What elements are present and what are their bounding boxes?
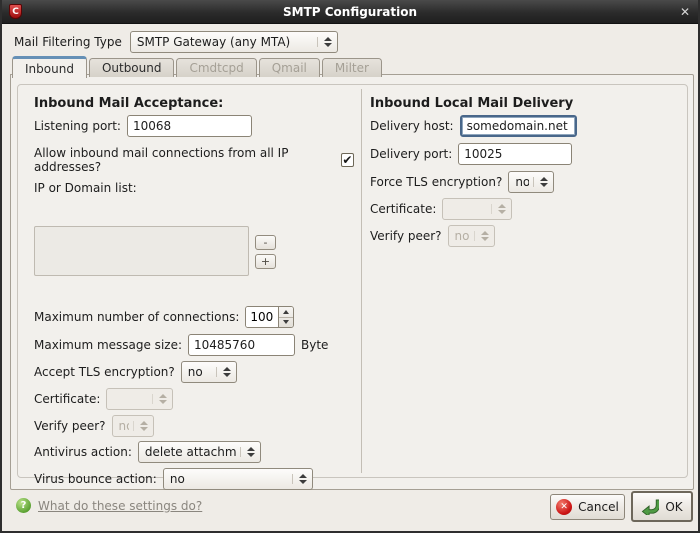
help-link-text: What do these settings do?: [38, 499, 202, 513]
content-frame: Inbound Mail Acceptance: Listening port:…: [17, 84, 688, 478]
app-shield-icon: C: [9, 4, 22, 19]
accept-tls-value: no: [188, 365, 212, 379]
certificate-label: Certificate:: [370, 202, 436, 216]
checkmark-icon: ✔: [342, 154, 352, 166]
antivirus-action-value: delete attachment: [145, 445, 236, 459]
verify-peer-value: no: [119, 419, 129, 433]
tab-inbound[interactable]: Inbound: [12, 56, 87, 78]
combo-arrows-icon: [152, 394, 167, 404]
list-add-button[interactable]: +: [255, 254, 276, 269]
mail-filtering-type-value: SMTP Gateway (any MTA): [137, 35, 313, 49]
combo-arrows-icon: [292, 474, 307, 484]
section-header: Inbound Local Mail Delivery: [370, 96, 677, 111]
force-tls-value: no: [515, 175, 529, 189]
antivirus-action-label: Antivirus action:: [34, 445, 132, 459]
combo-arrows-icon: [491, 204, 506, 214]
delivery-port-label: Delivery port:: [370, 147, 452, 161]
tab-milter: Milter: [322, 58, 382, 77]
inbound-tab-page: Inbound Mail Acceptance: Listening port:…: [10, 74, 694, 490]
delivery-host-input[interactable]: [460, 115, 577, 137]
section-header: Inbound Mail Acceptance:: [34, 96, 354, 111]
delivery-host-label: Delivery host:: [370, 119, 454, 133]
tab-bar: Inbound Outbound Cmdtcpd Qmail Milter: [12, 56, 384, 77]
combo-arrows-icon: [216, 367, 231, 377]
verify-peer-label: Verify peer?: [370, 229, 442, 243]
delivery-verify-peer-value: no: [455, 229, 470, 243]
force-tls-label: Force TLS encryption?: [370, 175, 502, 189]
combo-arrows-icon: [317, 37, 332, 47]
accept-tls-label: Accept TLS encryption?: [34, 365, 175, 379]
virus-bounce-action-select[interactable]: no: [163, 468, 313, 490]
ok-button-label: OK: [665, 500, 682, 514]
verify-peer-select: no: [112, 415, 154, 437]
inbound-local-mail-delivery-section: Inbound Local Mail Delivery Delivery hos…: [370, 85, 677, 247]
max-connections-label: Maximum number of connections:: [34, 310, 239, 324]
list-remove-button[interactable]: -: [255, 235, 276, 250]
smtp-configuration-dialog: C SMTP Configuration ✕ Mail Filtering Ty…: [0, 0, 700, 533]
force-tls-select[interactable]: no: [508, 171, 554, 193]
accept-tls-select[interactable]: no: [181, 361, 237, 383]
tab-qmail: Qmail: [259, 58, 320, 77]
cancel-icon: ✕: [556, 499, 572, 515]
listening-port-label: Listening port:: [34, 119, 121, 133]
ok-button[interactable]: OK: [631, 491, 693, 522]
panel-divider: [361, 89, 362, 473]
allow-all-ips-checkbox[interactable]: ✔: [341, 153, 354, 167]
cancel-button-label: Cancel: [578, 500, 619, 514]
titlebar: C SMTP Configuration ✕: [0, 0, 700, 24]
max-message-size-input[interactable]: [188, 334, 295, 356]
certificate-select: [106, 388, 173, 410]
combo-arrows-icon: [133, 421, 148, 431]
delivery-port-input[interactable]: [458, 143, 572, 165]
delivery-certificate-select: [442, 198, 512, 220]
spinner-arrows-icon[interactable]: [278, 307, 293, 327]
virus-bounce-action-label: Virus bounce action:: [34, 472, 157, 486]
close-icon[interactable]: ✕: [680, 4, 690, 20]
window-title: SMTP Configuration: [0, 5, 700, 19]
antivirus-action-select[interactable]: delete attachment: [138, 441, 261, 463]
certificate-label: Certificate:: [34, 392, 100, 406]
mail-filtering-type-label: Mail Filtering Type: [14, 35, 122, 49]
verify-peer-label: Verify peer?: [34, 419, 106, 433]
allow-all-ips-label: Allow inbound mail connections from all …: [34, 146, 335, 174]
byte-unit-label: Byte: [301, 338, 328, 352]
virus-bounce-action-value: no: [170, 472, 288, 486]
inbound-mail-acceptance-section: Inbound Mail Acceptance: Listening port:…: [34, 85, 354, 490]
tab-cmdtcpd: Cmdtcpd: [176, 58, 256, 77]
ip-domain-list-label: IP or Domain list:: [34, 181, 137, 195]
ok-arrow-icon: [641, 499, 659, 515]
tab-outbound[interactable]: Outbound: [89, 58, 175, 77]
delivery-verify-peer-select: no: [448, 225, 495, 247]
combo-arrows-icon: [240, 447, 255, 457]
combo-arrows-icon: [474, 231, 489, 241]
combo-arrows-icon: [533, 177, 548, 187]
listening-port-input[interactable]: [127, 115, 252, 137]
cancel-button[interactable]: ✕ Cancel: [550, 494, 625, 520]
max-connections-spinner[interactable]: [245, 306, 294, 328]
ip-domain-listbox[interactable]: [34, 226, 249, 276]
help-icon: ?: [16, 498, 31, 513]
max-connections-input[interactable]: [246, 307, 278, 327]
mail-filtering-type-select[interactable]: SMTP Gateway (any MTA): [130, 31, 338, 53]
max-message-size-label: Maximum message size:: [34, 338, 182, 352]
help-link[interactable]: ? What do these settings do?: [16, 498, 202, 513]
